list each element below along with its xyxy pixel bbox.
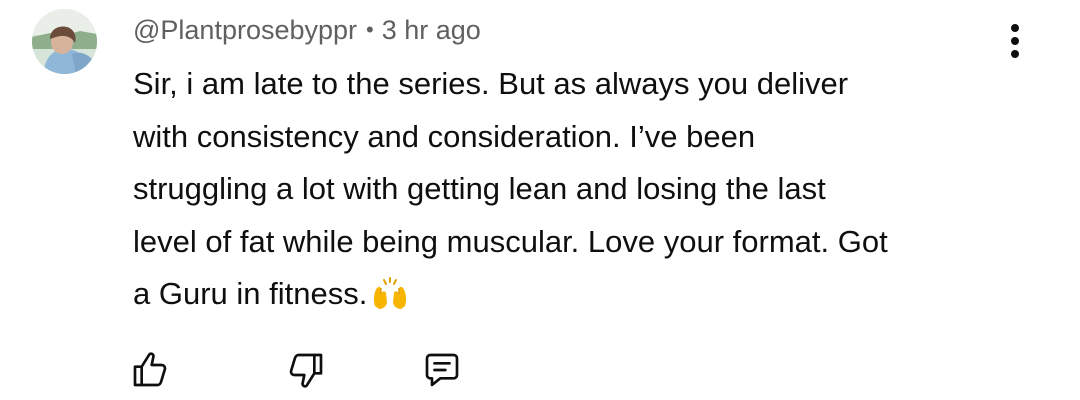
comment-text-line: level of fat while being muscular. Love …	[133, 223, 888, 259]
comment-text-line: Sir, i am late to the series. But as alw…	[133, 66, 849, 101]
comment-timestamp[interactable]: 3 hr ago	[382, 15, 481, 46]
avatar-image	[32, 9, 97, 74]
comment-text-line: with consistency and consideration. I’ve…	[133, 118, 756, 154]
comment-text-line-last: a Guru in fitness.	[133, 268, 1023, 327]
reply-button[interactable]	[420, 348, 464, 392]
comment-header: @Plantprosebyppr • 3 hr ago	[133, 12, 481, 48]
meta-separator: •	[366, 17, 374, 42]
thumbs-up-icon	[133, 352, 167, 387]
dislike-button[interactable]	[284, 348, 328, 392]
raising-hands-emoji	[371, 274, 409, 327]
comment-actions	[0, 348, 1080, 392]
avatar[interactable]	[32, 9, 97, 74]
more-options-button[interactable]	[1000, 20, 1030, 62]
reply-comment-icon	[425, 353, 459, 387]
comment-text-line: a Guru in fitness.	[133, 276, 368, 311]
comment-text: Sir, i am late to the series. But as alw…	[133, 58, 1023, 327]
more-vert-icon	[1011, 24, 1019, 58]
thumbs-down-icon	[289, 353, 323, 388]
comment-text-line: struggling a lot with getting lean and l…	[133, 171, 826, 206]
comment: @Plantprosebyppr • 3 hr ago Sir, i am la…	[0, 0, 1080, 400]
like-button[interactable]	[128, 348, 172, 392]
author-name[interactable]: @Plantprosebyppr	[133, 15, 357, 46]
